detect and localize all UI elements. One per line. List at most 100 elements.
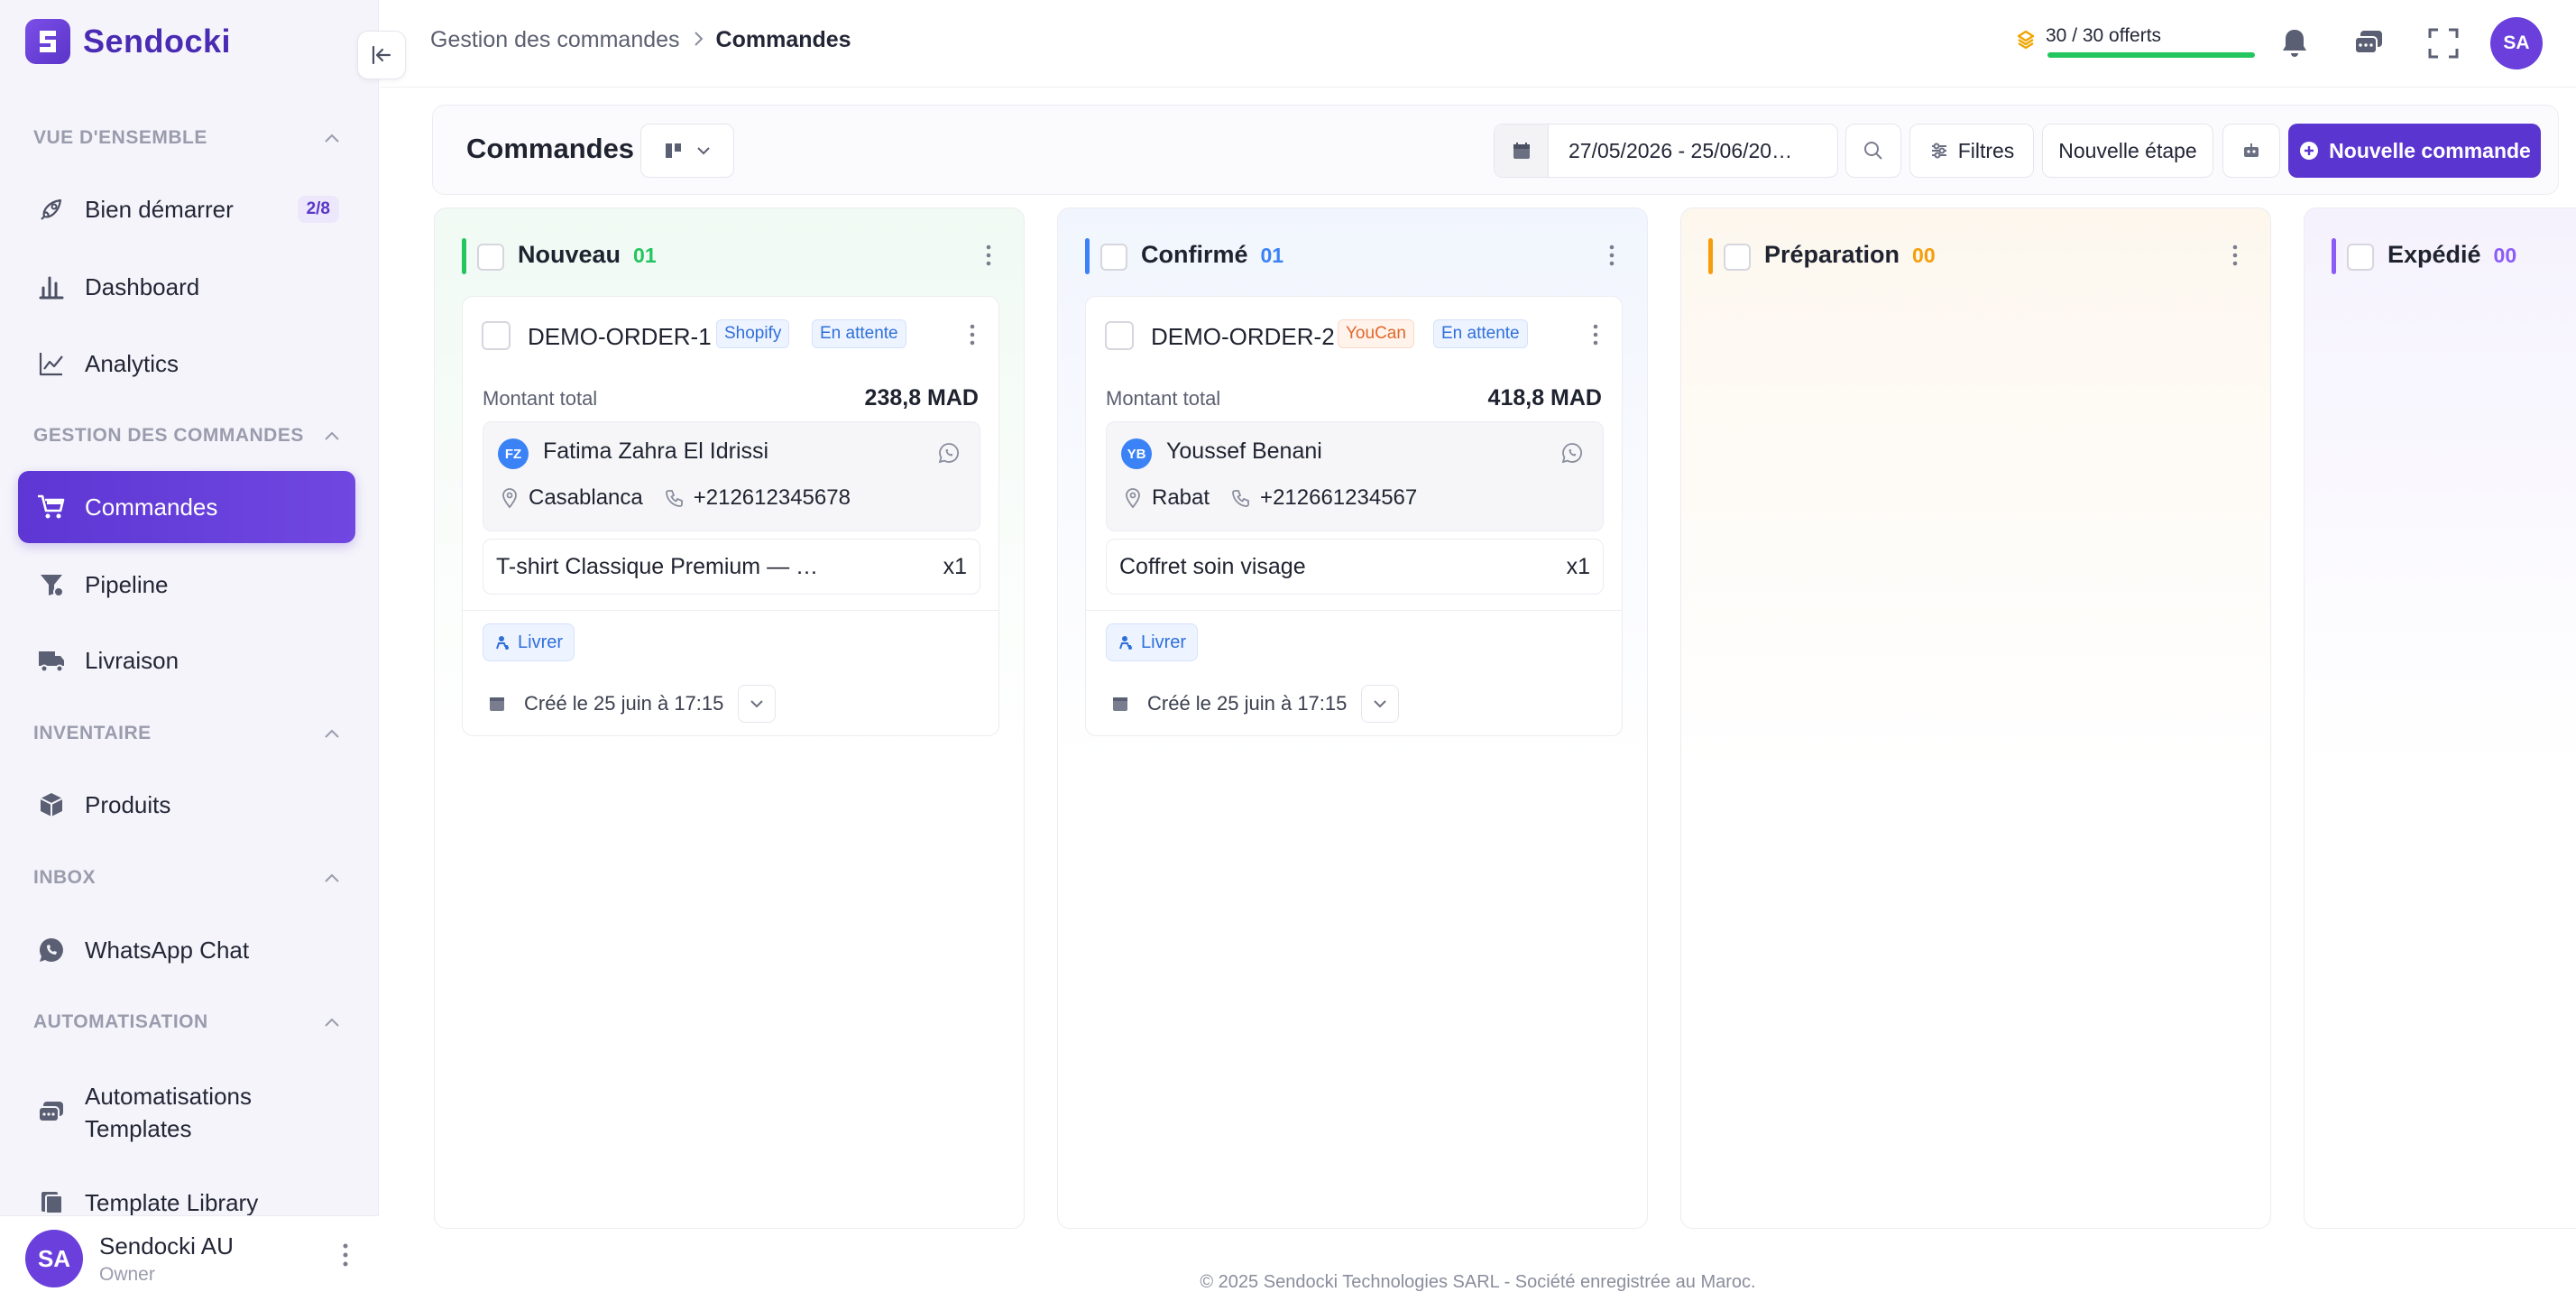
column-header: Confirmé 01 [1058, 208, 1647, 299]
customer-contact: Rabat +212661234567 [1123, 485, 1417, 511]
customer-name: Fatima Zahra El Idrissi [543, 438, 769, 464]
breadcrumb-item[interactable]: Gestion des commandes [430, 27, 680, 53]
new-stage-label: Nouvelle étape [2058, 138, 2197, 162]
fullscreen-icon[interactable] [2422, 22, 2465, 65]
whatsapp-icon[interactable] [938, 442, 960, 468]
order-select-checkbox[interactable] [482, 321, 511, 350]
sidebar-item-dashboard[interactable]: Dashboard [18, 251, 355, 323]
header-avatar[interactable]: SA [2490, 17, 2543, 69]
column-select-checkbox[interactable] [1724, 244, 1751, 271]
section-gestion-commandes[interactable]: GESTION DES COMMANDES [33, 422, 340, 449]
section-inbox[interactable]: INBOX [33, 864, 340, 891]
column-count: 00 [2493, 244, 2517, 267]
kanban-column-confirme: Confirmé 01 DEMO-ORDER-2 YouCan En attent… [1057, 208, 1648, 1229]
sidebar-item-label: Dashboard [85, 272, 200, 300]
customer-city: Casablanca [529, 485, 643, 510]
sidebar-item-automatisations-templates[interactable]: Automatisations Templates [18, 1072, 355, 1153]
kanban-column-preparation: Préparation 00 [1680, 208, 2271, 1229]
order-id: DEMO-ORDER-2 [1151, 323, 1335, 350]
section-inventaire[interactable]: INVENTAIRE [33, 720, 340, 747]
chat-bubbles-icon [34, 1095, 69, 1130]
notifications-bell-icon[interactable] [2273, 22, 2316, 65]
sidebar-item-livraison[interactable]: Livraison [18, 624, 355, 697]
column-kebab-icon[interactable] [2232, 245, 2238, 271]
credits-progress-bar [2047, 52, 2255, 58]
user-profile[interactable]: SA Sendocki AU Owner [0, 1215, 379, 1301]
deliver-button[interactable]: Livrer [1106, 623, 1199, 661]
column-select-checkbox[interactable] [1100, 244, 1127, 271]
bot-button[interactable] [2222, 124, 2280, 178]
plus-circle-icon [2300, 142, 2319, 160]
collapse-sidebar-button[interactable] [357, 31, 406, 79]
sidebar-item-analytics[interactable]: Analytics [18, 328, 355, 400]
product-qty: x1 [943, 554, 967, 579]
column-title-text: Confirmé [1141, 241, 1248, 268]
search-button[interactable] [1845, 124, 1901, 178]
kebab-menu-icon[interactable] [343, 1243, 348, 1271]
user-name: Sendocki AU [99, 1232, 234, 1259]
page-title: Commandes [466, 133, 635, 164]
chevron-up-icon [325, 729, 339, 738]
column-color-bar [1708, 238, 1713, 274]
bar-chart-icon [34, 270, 69, 304]
column-select-checkbox[interactable] [2347, 244, 2374, 271]
section-label: INVENTAIRE [33, 723, 152, 743]
expand-card-button[interactable] [738, 685, 777, 723]
funnel-icon [34, 567, 69, 602]
customer-box: YB Youssef Benani Rabat +212661234567 [1106, 421, 1604, 531]
progress-badge: 2/8 [297, 196, 339, 223]
section-label: VUE D'ENSEMBLE [33, 127, 207, 148]
sidebar-item-commandes[interactable]: Commandes [18, 471, 355, 543]
section-vue-ensemble[interactable]: VUE D'ENSEMBLE [33, 125, 340, 152]
box-icon [34, 788, 69, 822]
new-order-button[interactable]: Nouvelle commande [2288, 124, 2541, 178]
credits-text: 30 / 30 offerts [2046, 25, 2162, 46]
deliver-label: Livrer [518, 632, 564, 652]
column-select-checkbox[interactable] [477, 244, 504, 271]
chevron-down-icon [697, 147, 710, 155]
order-card[interactable]: DEMO-ORDER-1 Shopify En attente Montant … [462, 296, 999, 736]
sidebar-item-produits[interactable]: Produits [18, 769, 355, 841]
chevron-up-icon [325, 431, 339, 440]
customer-initials: YB [1121, 438, 1152, 469]
created-row: Créé le 25 juin à 17:15 [1111, 685, 1400, 723]
cart-icon [34, 490, 69, 524]
collapse-left-icon [372, 45, 391, 65]
whatsapp-icon[interactable] [1561, 442, 1583, 468]
kanban-column-nouveau: Nouveau 01 DEMO-ORDER-1 Shopify En attent… [434, 208, 1025, 1229]
customer-name: Youssef Benani [1166, 438, 1322, 464]
column-kebab-icon[interactable] [1609, 245, 1615, 271]
robot-icon [2244, 143, 2259, 157]
order-select-checkbox[interactable] [1105, 321, 1134, 350]
customer-city: Rabat [1152, 485, 1210, 510]
card-kebab-icon[interactable] [1593, 324, 1598, 350]
sidebar-item-pipeline[interactable]: Pipeline [18, 549, 355, 621]
customer-phone[interactable]: +212661234567 [1260, 485, 1417, 511]
product-name: Coffret soin visage [1119, 554, 1306, 579]
expand-card-button[interactable] [1361, 685, 1400, 723]
customer-phone-wrap: +212661234567 [1231, 485, 1417, 511]
messages-icon[interactable] [2347, 22, 2390, 65]
calendar-icon [1495, 125, 1549, 177]
view-switcher-button[interactable] [640, 124, 734, 178]
deliver-label: Livrer [1141, 632, 1187, 652]
section-automatisation[interactable]: AUTOMATISATION [33, 1009, 340, 1036]
card-kebab-icon[interactable] [970, 324, 975, 350]
order-card[interactable]: DEMO-ORDER-2 YouCan En attente Montant t… [1085, 296, 1623, 736]
filters-button[interactable]: Filtres [1909, 124, 2034, 178]
new-stage-button[interactable]: Nouvelle étape [2042, 124, 2213, 178]
date-range-picker[interactable]: 27/05/2026 - 25/06/20… [1494, 124, 1838, 178]
customer-phone[interactable]: +212612345678 [694, 485, 851, 511]
sidebar-item-bien-demarrer[interactable]: Bien démarrer 2/8 [18, 173, 355, 245]
column-kebab-icon[interactable] [986, 245, 991, 271]
label-line-2: Templates [85, 1115, 192, 1142]
sidebar-item-label: Bien démarrer [85, 195, 234, 223]
whatsapp-icon [34, 933, 69, 967]
app-logo[interactable]: Sendocki [25, 18, 231, 65]
credits-indicator[interactable]: 30 / 30 offerts [2015, 25, 2255, 58]
sidebar-item-label: Pipeline [85, 570, 169, 598]
sidebar-item-whatsapp-chat[interactable]: WhatsApp Chat [18, 914, 355, 986]
sidebar-item-label: Analytics [85, 349, 179, 377]
sliders-icon [1931, 143, 1946, 159]
deliver-button[interactable]: Livrer [483, 623, 575, 661]
